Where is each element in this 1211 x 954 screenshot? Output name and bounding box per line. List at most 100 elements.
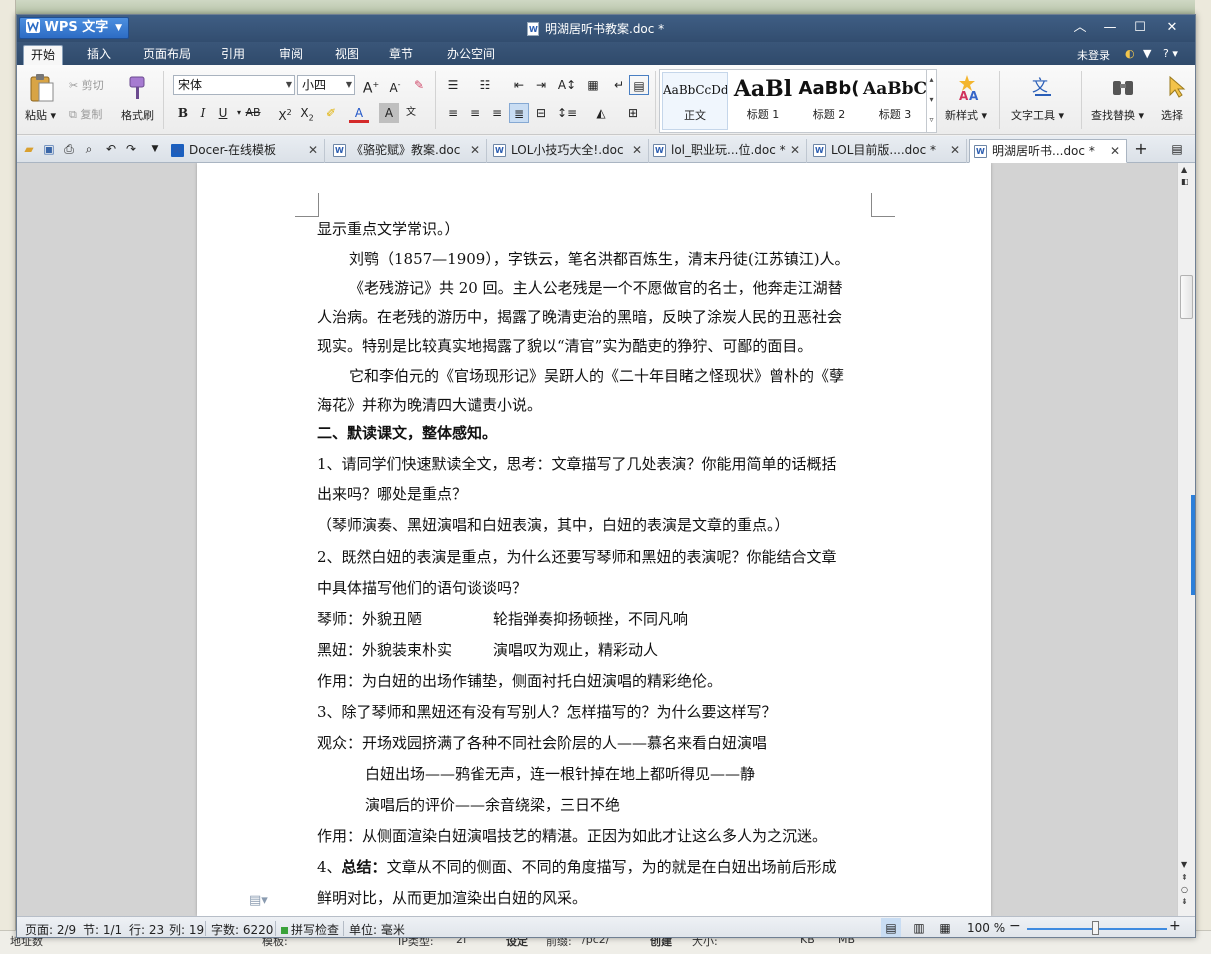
next-page-icon[interactable]: ⇟ [1181, 897, 1188, 906]
border-icon[interactable]: ⊞ [623, 103, 643, 123]
web-view-icon[interactable]: ▦ [935, 918, 955, 937]
align-left-icon[interactable]: ≡ [443, 103, 463, 123]
prev-page-icon[interactable]: ⇞ [1181, 873, 1188, 882]
show-marks-icon[interactable]: ▤ [629, 75, 649, 95]
bold-button[interactable]: B [173, 103, 193, 123]
new-style-icon[interactable]: A A [953, 73, 981, 101]
align-center-icon[interactable]: ≡ [465, 103, 485, 123]
undo-icon[interactable]: ↶ [101, 139, 121, 159]
print-icon[interactable]: ⎙ [59, 139, 79, 159]
italic-button[interactable]: I [193, 103, 213, 123]
shirt-icon[interactable]: ▼ [1143, 47, 1151, 60]
print-preview-icon[interactable]: ⌕ [79, 139, 99, 159]
font-size-select[interactable]: 小四 ▼ [297, 75, 355, 95]
scroll-down-icon[interactable]: ▼ [1181, 860, 1187, 869]
skin-icon[interactable]: ◐ [1125, 47, 1135, 60]
format-painter-icon[interactable] [127, 75, 149, 101]
outline-view-icon[interactable]: ▥ [909, 918, 929, 937]
paste-button[interactable]: 粘贴 ▾ [25, 107, 56, 123]
select-button[interactable]: 选择 [1161, 107, 1183, 123]
style-heading-2[interactable]: AaBb( 标题 2 [796, 72, 862, 130]
decrease-indent-icon[interactable]: ⇤ [509, 75, 529, 95]
close-tab-icon[interactable]: ✕ [950, 139, 960, 161]
tab-docer[interactable]: Docer-在线模板✕ [167, 139, 325, 163]
find-replace-button[interactable]: 查找替换 ▾ [1091, 107, 1144, 123]
line-spacing-icon[interactable]: ↕≡ [557, 103, 577, 123]
copy-button[interactable]: ⧉ 复制 [69, 106, 102, 122]
help-icon[interactable]: ? ▾ [1163, 47, 1178, 60]
collapse-ribbon-button[interactable]: ︿ [1067, 18, 1093, 38]
text-tools-button[interactable]: 文字工具 ▾ [1011, 107, 1064, 123]
close-tab-icon[interactable]: ✕ [308, 139, 318, 161]
page-up-icon[interactable]: ◧ [1181, 177, 1189, 186]
page-indicator[interactable]: 页面: 2/9 [25, 921, 76, 937]
tab-page-layout[interactable]: 页面布局 [137, 45, 197, 65]
close-button[interactable]: ✕ [1159, 18, 1185, 38]
subscript-button[interactable]: X2 [297, 103, 317, 123]
new-tab-icon[interactable]: + [1131, 139, 1151, 159]
style-normal[interactable]: AaBbCcDd 正文 [662, 72, 728, 130]
grow-font-button[interactable]: A+ [361, 75, 381, 97]
distribute-icon[interactable]: ⊟ [531, 103, 551, 123]
page-menu-icon[interactable]: ▤▾ [249, 893, 268, 908]
text-tools-icon[interactable]: 文 [1031, 73, 1055, 99]
save-icon[interactable]: ▣ [39, 139, 59, 159]
shading-icon[interactable]: ◭ [591, 103, 611, 123]
zoom-out-icon[interactable]: − [1009, 918, 1021, 934]
increase-indent-icon[interactable]: ⇥ [531, 75, 551, 95]
superscript-button[interactable]: X2 [275, 103, 295, 123]
zoom-in-icon[interactable]: + [1169, 918, 1181, 934]
zoom-slider-handle[interactable] [1092, 921, 1099, 935]
numbered-list-icon[interactable]: ☷ [475, 75, 495, 95]
side-panel-handle[interactable] [1191, 495, 1195, 595]
tab-document[interactable]: 《骆驼赋》教案.doc✕ [329, 139, 487, 163]
close-tab-icon[interactable]: ✕ [1110, 140, 1120, 162]
close-tab-icon[interactable]: ✕ [790, 139, 800, 161]
tab-document[interactable]: LOL目前版....doc *✕ [809, 139, 967, 163]
tab-insert[interactable]: 插入 [79, 45, 119, 65]
shrink-font-button[interactable]: A- [385, 75, 405, 95]
close-tab-icon[interactable]: ✕ [470, 139, 480, 161]
login-link[interactable]: 未登录 [1077, 47, 1110, 63]
quick-access-dropdown-icon[interactable]: ▼ [145, 139, 165, 159]
justify-icon[interactable]: ≣ [509, 103, 529, 123]
select-browse-icon[interactable]: ○ [1181, 885, 1188, 894]
format-painter-button[interactable]: 格式刷 [121, 107, 154, 123]
style-gallery-scroll[interactable]: ▴ ▾ ▿ [926, 70, 936, 132]
tab-view[interactable]: 视图 [327, 45, 367, 65]
font-color-button[interactable]: A [349, 103, 369, 123]
paste-icon[interactable] [29, 73, 55, 103]
highlight-icon[interactable]: ✐ [321, 103, 341, 123]
text-direction-icon[interactable]: A↕ [557, 75, 577, 95]
scroll-thumb[interactable] [1180, 275, 1193, 319]
open-folder-icon[interactable]: ▰ [19, 139, 39, 159]
spell-check-toggle[interactable]: 拼写检查 [281, 921, 339, 937]
redo-icon[interactable]: ↷ [121, 139, 141, 159]
binoculars-icon[interactable] [1111, 75, 1135, 99]
cut-button[interactable]: ✂ 剪切 [69, 77, 104, 93]
tab-office-space[interactable]: 办公空间 [441, 45, 501, 65]
close-tab-icon[interactable]: ✕ [632, 139, 642, 161]
clear-format-icon[interactable]: ✎ [409, 75, 429, 95]
document-page[interactable]: 显示重点文学常识。） 刘鹗（1857—1909），字铁云，笔名洪都百炼生，清末丹… [197, 163, 991, 916]
char-shading-button[interactable]: A [379, 103, 399, 123]
font-name-select[interactable]: 宋体 ▼ [173, 75, 295, 95]
scroll-up-icon[interactable]: ▲ [1181, 165, 1187, 174]
tab-review[interactable]: 审阅 [271, 45, 311, 65]
tab-chapter[interactable]: 章节 [381, 45, 421, 65]
page-view-icon[interactable]: ▤ [881, 918, 901, 937]
maximize-button[interactable]: ☐ [1127, 18, 1153, 38]
pinyin-guide-icon[interactable]: 文 [401, 103, 421, 123]
bullet-list-icon[interactable]: ☰ [443, 75, 463, 95]
word-count[interactable]: 字数: 6220 [211, 921, 273, 937]
tab-home[interactable]: 开始 [23, 45, 63, 65]
align-right-icon[interactable]: ≡ [487, 103, 507, 123]
table-icon[interactable]: ▦ [583, 75, 603, 95]
select-cursor-icon[interactable] [1167, 75, 1187, 99]
zoom-level[interactable]: 100 % [967, 921, 1005, 935]
minimize-button[interactable]: — [1097, 18, 1123, 38]
tab-references[interactable]: 引用 [213, 45, 253, 65]
app-menu-button[interactable]: WPS 文字 ▼ [19, 17, 129, 39]
paragraph-mark-icon[interactable]: ↵ [609, 75, 629, 95]
tab-active-document[interactable]: 明湖居听书...doc *✕ [969, 139, 1127, 163]
